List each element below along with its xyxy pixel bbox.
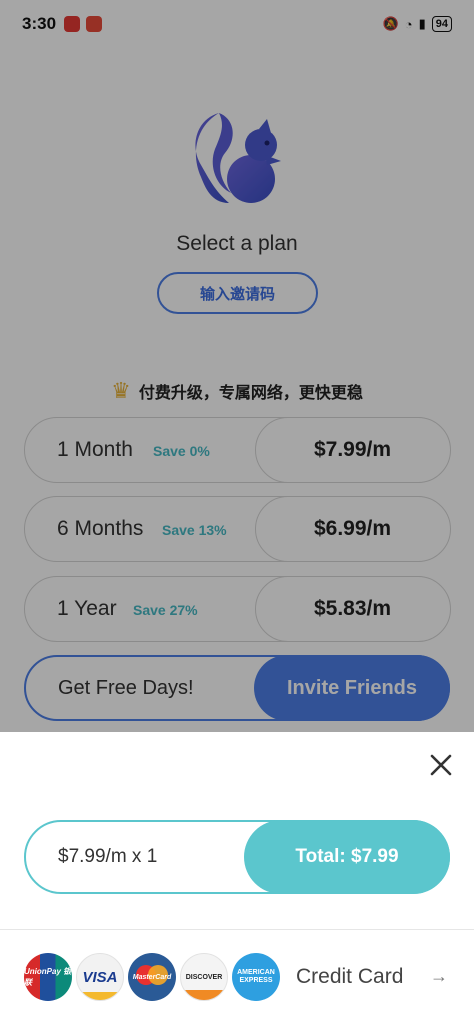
order-total: Total: $7.99 <box>244 820 450 894</box>
credit-card-payment-option[interactable]: UnionPay 银联 VISA MasterCard DISCOVER AME… <box>0 930 474 1024</box>
american-express-icon: AMERICAN EXPRESS <box>232 953 280 1001</box>
payment-method-label: Credit Card <box>296 965 404 988</box>
discover-icon: DISCOVER <box>180 953 228 1001</box>
checkout-sheet: $7.99/m x 1 Total: $7.99 UnionPay 银联 VIS… <box>0 732 474 1024</box>
visa-icon: VISA <box>76 953 124 1001</box>
close-icon[interactable] <box>426 750 456 780</box>
order-quantity: $7.99/m x 1 <box>58 846 158 867</box>
unionpay-icon: UnionPay 银联 <box>24 953 72 1001</box>
modal-backdrop[interactable] <box>0 0 474 732</box>
order-summary: $7.99/m x 1 Total: $7.99 <box>24 820 450 894</box>
arrow-right-icon: → <box>430 966 448 986</box>
mastercard-icon: MasterCard <box>128 953 176 1001</box>
